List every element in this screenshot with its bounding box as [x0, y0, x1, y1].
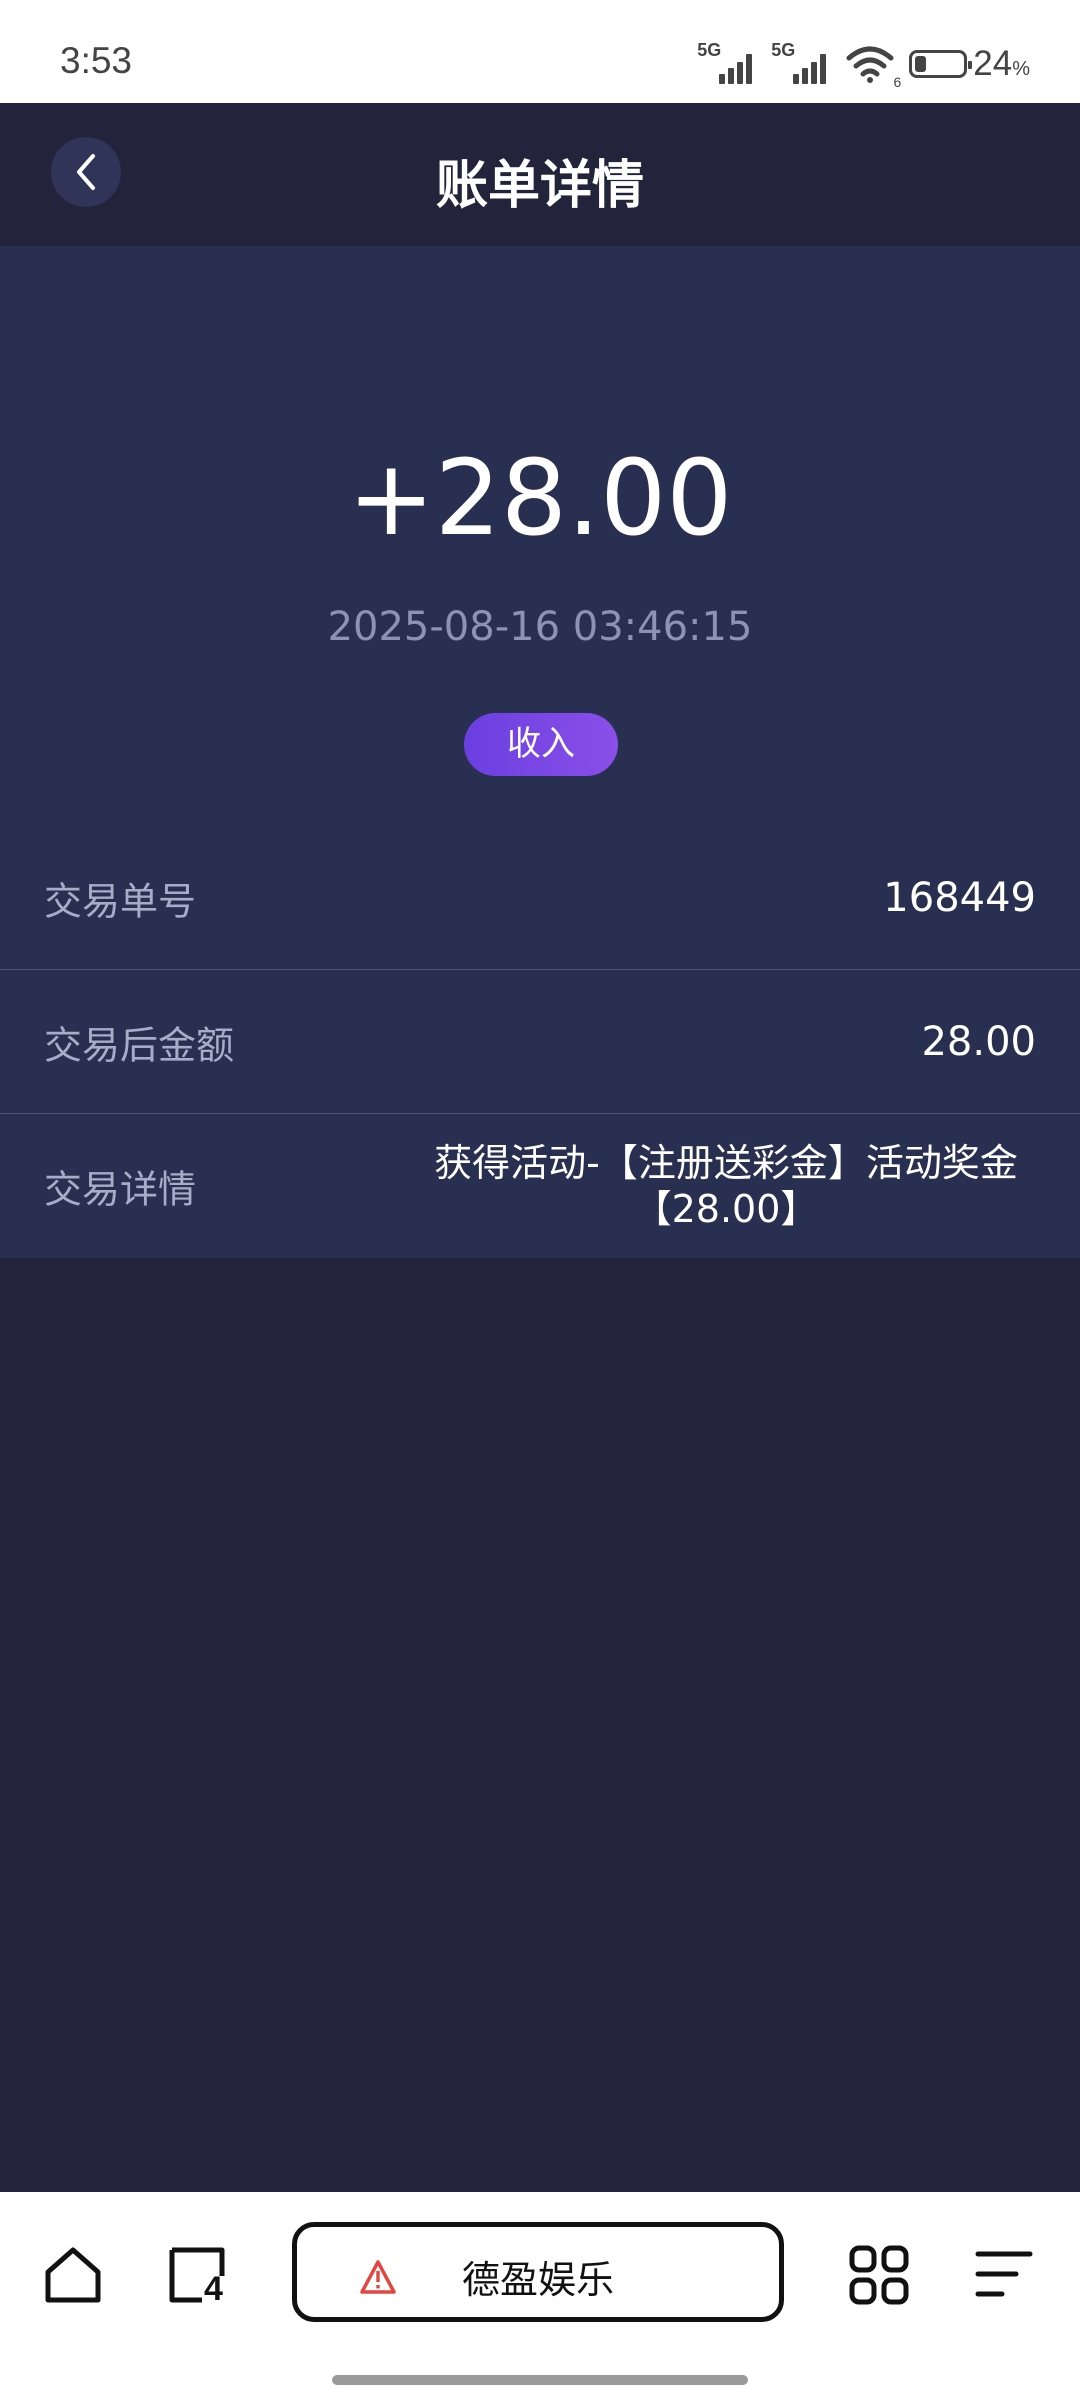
transaction-details: 交易单号 168449 交易后金额 28.00 交易详情 获得活动-【注册送彩金… — [0, 826, 1080, 1258]
status-time: 3:53 — [60, 40, 133, 81]
menu-icon[interactable] — [972, 2242, 1038, 2308]
site-name: 德盈娱乐 — [461, 2258, 614, 2302]
detail-row-balance-after: 交易后金额 28.00 — [0, 970, 1080, 1114]
detail-label: 交易单号 — [44, 879, 197, 923]
detail-label: 交易详情 — [44, 1167, 197, 1212]
detail-value: 168449 — [883, 874, 1036, 921]
tab-count: 4 — [204, 2270, 223, 2308]
home-icon[interactable] — [40, 2242, 106, 2308]
transaction-amount: +28.00 — [347, 437, 733, 559]
detail-label: 交易后金额 — [44, 1023, 235, 1067]
browser-bottom-bar: 4 德盈娱乐 — [0, 2192, 1080, 2400]
transaction-type-badge: 收入 — [464, 713, 618, 776]
detail-row-order-number: 交易单号 168449 — [0, 826, 1080, 970]
wifi-icon: 6 — [845, 44, 901, 90]
wifi-badge: 6 — [893, 74, 902, 90]
apps-icon[interactable] — [846, 2242, 912, 2308]
signal-icon: 5G — [771, 40, 831, 84]
detail-value: 获得活动-【注册送彩金】活动奖金【28.00】 — [434, 1141, 1018, 1231]
status-icons: 5G 5G 6 24% — [697, 40, 1030, 90]
transaction-summary: +28.00 2025-08-16 03:46:15 收入 — [0, 246, 1080, 826]
address-bar[interactable]: 德盈娱乐 — [292, 2222, 784, 2322]
status-bar: 3:53 5G 5G 6 24% — [0, 0, 1080, 103]
page-title: 账单详情 — [435, 156, 644, 216]
nav-bar: 账单详情 — [0, 103, 1080, 246]
battery-icon: 24% — [909, 44, 1030, 84]
detail-row-description: 交易详情 获得活动-【注册送彩金】活动奖金【28.00】 — [0, 1114, 1080, 1258]
home-indicator — [332, 2375, 748, 2385]
signal-icon: 5G — [697, 40, 757, 84]
battery-percent: 24 — [973, 44, 1013, 83]
battery-unit: % — [1012, 58, 1030, 80]
transaction-datetime: 2025-08-16 03:46:15 — [327, 604, 753, 650]
signal-label: 5G — [771, 40, 796, 60]
detail-value: 28.00 — [921, 1018, 1036, 1065]
signal-label: 5G — [697, 40, 722, 60]
tabs-icon[interactable]: 4 — [166, 2242, 232, 2308]
